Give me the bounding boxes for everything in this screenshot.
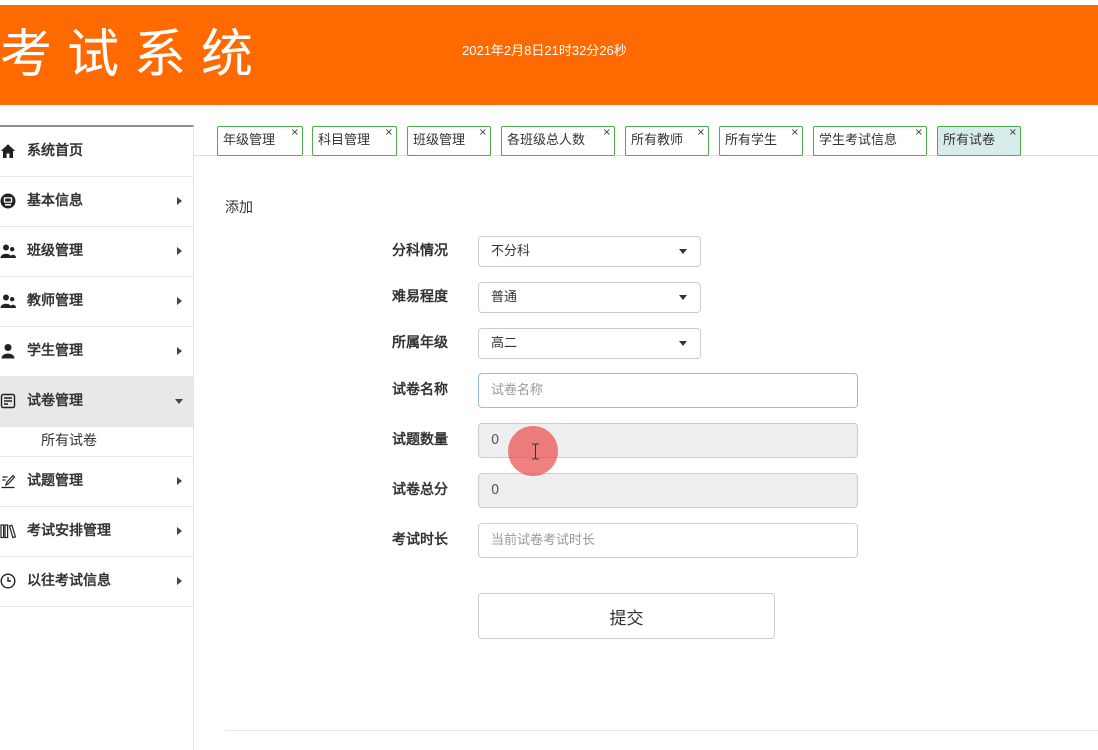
user-icon [0,343,16,359]
tab-all-teachers[interactable]: 所有教师 × [625,126,709,156]
tab-label: 科目管理 [318,133,371,148]
sidebar-item-label: 以往考试信息 [27,573,111,589]
tab-class-headcount[interactable]: 各班级总人数 × [501,126,615,156]
caret-right-icon [177,247,182,255]
total-score-label: 试卷总分 [392,482,448,498]
tab-close-icon[interactable]: × [1009,128,1017,138]
tab-close-icon[interactable]: × [385,128,393,138]
tab-class-management[interactable]: 班级管理 × [407,126,491,156]
caret-down-icon [175,399,183,404]
clock-icon [0,573,16,589]
sidebar-item-class-management[interactable]: 班级管理 [0,227,193,277]
caret-right-icon [177,297,182,305]
tab-close-icon[interactable]: × [291,128,299,138]
paper-name-input[interactable] [478,373,858,408]
home-icon [0,143,16,159]
sidebar-item-label: 学生管理 [27,343,83,359]
difficulty-select[interactable]: 普通 [478,282,701,313]
sidebar-item-label: 班级管理 [27,243,83,259]
sidebar-item-label: 教师管理 [27,293,83,309]
books-icon [0,523,17,539]
app-title: 考试系统 [0,25,269,85]
caret-right-icon [177,477,182,485]
subject-split-label: 分科情况 [392,243,448,259]
sidebar-item-exam-schedule[interactable]: 考试安排管理 [0,507,193,557]
users-icon [0,293,16,309]
total-score-input[interactable] [478,473,858,508]
paper-name-label: 试卷名称 [392,382,448,398]
sidebar-item-student-management[interactable]: 学生管理 [0,327,193,377]
sidebar-item-teacher-management[interactable]: 教师管理 [0,277,193,327]
sidebar-item-past-exams[interactable]: 以往考试信息 [0,557,193,607]
tab-all-papers[interactable]: 所有试卷 × [937,126,1021,156]
grade-select[interactable]: 高二 [478,328,701,359]
app-header: 考试系统 2021年2月8日21时32分26秒 [0,5,1098,105]
tab-label: 学生考试信息 [819,133,898,148]
list-alt-icon [0,393,16,409]
chevron-down-icon [679,295,687,300]
edit-icon [0,473,16,489]
tab-label: 各班级总人数 [507,133,586,148]
sidebar-item-paper-management[interactable]: 试卷管理 [0,377,193,427]
sidebar-item-label: 试卷管理 [27,393,83,409]
sidebar-subitem-label: 所有试卷 [41,433,97,449]
sidebar-item-basic-info[interactable]: 基本信息 [0,177,193,227]
text-cursor-icon [531,443,540,460]
difficulty-label: 难易程度 [392,289,448,305]
grade-label: 所属年级 [392,335,448,351]
chevron-down-icon [679,341,687,346]
tab-close-icon[interactable]: × [603,128,611,138]
tab-subject-management[interactable]: 科目管理 × [312,126,397,156]
tab-label: 年级管理 [223,133,276,148]
select-value: 高二 [491,336,518,351]
exam-duration-label: 考试时长 [392,532,448,548]
subject-split-select[interactable]: 不分科 [478,236,701,267]
tab-student-exam-info[interactable]: 学生考试信息 × [813,126,927,156]
tab-close-icon[interactable]: × [915,128,923,138]
tab-grade-management[interactable]: 年级管理 × [217,126,303,156]
sidebar-item-label: 基本信息 [27,193,83,209]
sidebar-item-label: 系统首页 [27,143,83,159]
select-value: 普通 [491,290,518,305]
tab-close-icon[interactable]: × [479,128,487,138]
sidebar: 系统首页 基本信息 班级管理 教师管理 学生管理 试卷管理 所有试卷 试题管理 … [0,125,194,750]
caret-right-icon [177,197,182,205]
sidebar-item-home[interactable]: 系统首页 [0,127,193,177]
caret-right-icon [177,347,182,355]
tab-close-icon[interactable]: × [791,128,799,138]
sidebar-item-question-management[interactable]: 试题管理 [0,457,193,507]
content-divider [225,730,1098,731]
caret-right-icon [177,527,182,535]
sidebar-subitem-all-papers[interactable]: 所有试卷 [0,427,193,457]
tab-label: 所有教师 [631,133,684,148]
page: 考试系统 2021年2月8日21时32分26秒 系统首页 基本信息 班级管理 教… [0,0,1098,750]
select-value: 不分科 [491,244,531,259]
tab-all-students[interactable]: 所有学生 × [719,126,803,156]
submit-button[interactable]: 提交 [478,593,775,639]
section-title: 添加 [225,200,253,216]
chevron-down-icon [679,249,687,254]
monitor-icon [0,193,16,209]
tab-close-icon[interactable]: × [697,128,705,138]
caret-right-icon [177,577,182,585]
question-count-label: 试题数量 [392,432,448,448]
current-datetime: 2021年2月8日21时32分26秒 [462,43,627,58]
tab-label: 所有试卷 [943,133,996,148]
tab-label: 所有学生 [725,133,778,148]
sidebar-item-label: 试题管理 [27,473,83,489]
exam-duration-input[interactable] [478,523,858,558]
tab-label: 班级管理 [413,133,466,148]
sidebar-item-label: 考试安排管理 [27,523,111,539]
users-icon [0,243,16,259]
